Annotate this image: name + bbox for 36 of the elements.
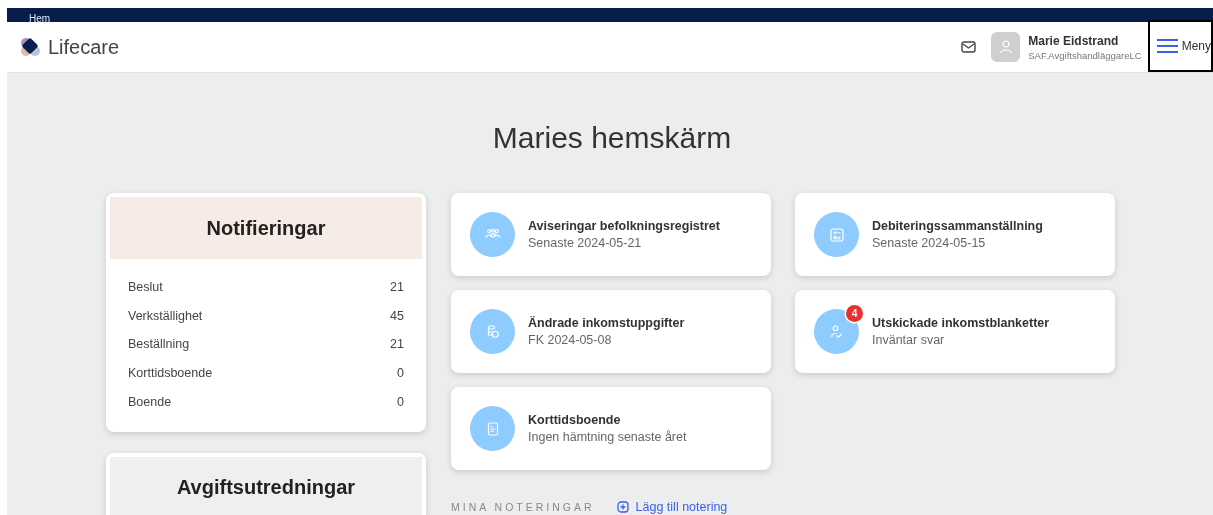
page-title: Maries hemskärm (491, 120, 733, 156)
notification-label[interactable]: Korttidsboende (128, 366, 213, 381)
mail-icon[interactable] (961, 41, 977, 53)
panel-header: Notifieringar (110, 197, 422, 259)
tile-title[interactable]: Debiteringssammanställning (872, 219, 1043, 233)
menu-icon (1156, 37, 1178, 54)
calculator-icon (827, 225, 846, 244)
breadcrumb-link[interactable]: Hem (29, 13, 51, 25)
tile-subtitle: Inväntar svar (872, 333, 946, 347)
tile-subtitle: Ingen hämtning senaste året (528, 430, 687, 444)
notification-label[interactable]: Boende (128, 394, 172, 409)
user-name: Marie Eidstrand (1028, 33, 1120, 48)
panel-header: Avgiftsutredningar (110, 456, 422, 515)
tile-title[interactable]: Aviseringar befolkningsregistret (528, 219, 720, 233)
logo-icon (20, 37, 41, 57)
plus-icon (616, 501, 629, 513)
tile-subtitle: Senaste 2024-05-21 (528, 236, 643, 250)
notification-label[interactable]: Verkställighet (128, 308, 203, 323)
notification-count: 45 (390, 308, 404, 323)
app-name: Lifecare (48, 35, 120, 59)
notification-count: 21 (390, 337, 404, 352)
notes-heading: MINA NOTERINGAR (451, 501, 595, 513)
menu-button[interactable]: Meny (1147, 19, 1213, 72)
tile-subtitle: FK 2024-05-08 (528, 333, 613, 347)
tile-title[interactable]: Utskickade inkomstblanketter (872, 316, 1050, 330)
tile-title[interactable]: Ändrade inkomstuppgifter (528, 316, 685, 330)
user-role: SAF.AvgiftshandläggareLC (1028, 49, 1142, 61)
tile-title[interactable]: Korttidsboende (528, 413, 687, 427)
add-note-link[interactable]: Lägg till notering (616, 500, 728, 514)
notification-label[interactable]: Beställning (128, 337, 190, 352)
tile-subtitle: Senaste 2024-05-15 (872, 236, 987, 250)
notification-count: 21 (390, 280, 404, 295)
notification-count: 0 (397, 394, 404, 409)
count-badge: 4 (846, 305, 863, 322)
notification-label[interactable]: Beslut (128, 280, 163, 295)
notification-count: 0 (397, 366, 404, 381)
